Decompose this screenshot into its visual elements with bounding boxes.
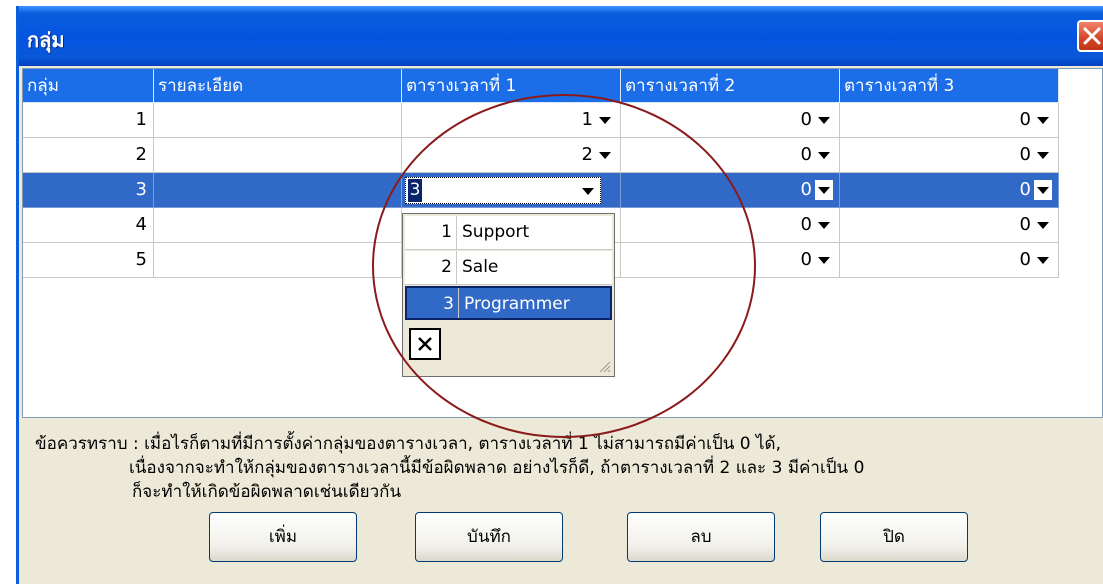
chevron-down-icon <box>1037 152 1049 159</box>
group-cell[interactable]: 1 <box>23 103 154 138</box>
option-number: 3 <box>407 288 459 318</box>
option-name: Support <box>462 222 530 242</box>
option-number: 2 <box>405 251 457 284</box>
chevron-down-icon <box>599 152 611 159</box>
close-button[interactable]: ปิด <box>820 512 968 562</box>
dropdown-option-selected[interactable]: 3 Programmer <box>405 286 612 320</box>
column-header-timetable-1[interactable]: ตารางเวลาที่ 1 <box>402 69 621 103</box>
timetable-2-cell[interactable]: 0 <box>621 173 840 208</box>
detail-cell[interactable] <box>154 173 402 208</box>
x-icon <box>418 337 432 351</box>
chevron-down-icon <box>1037 187 1049 194</box>
option-name: Programmer <box>464 294 570 314</box>
timetable-2-value: 0 <box>800 249 812 270</box>
resize-grip-icon[interactable] <box>597 359 611 373</box>
timetable-2-dropdown-button[interactable] <box>815 250 833 270</box>
timetable-1-combo-editor[interactable]: 3 <box>405 177 601 204</box>
timetable-3-value: 0 <box>1019 214 1031 235</box>
timetable-3-dropdown-button[interactable] <box>1034 180 1052 200</box>
timetable-2-dropdown-button[interactable] <box>815 145 833 165</box>
group-cell[interactable]: 4 <box>23 208 154 243</box>
timetable-3-value: 0 <box>1019 144 1031 165</box>
chevron-down-icon <box>1037 117 1049 124</box>
group-cell[interactable]: 2 <box>23 138 154 173</box>
timetable-3-value: 0 <box>1019 179 1031 200</box>
note-line-3: ก็จะทำให้เกิดข้อผิดพลาดเช่นเดียวกัน <box>132 482 402 502</box>
timetable-3-cell[interactable]: 0 <box>840 208 1059 243</box>
timetable-1-value: 2 <box>581 144 593 165</box>
chevron-down-icon <box>818 257 830 264</box>
group-cell[interactable]: 3 <box>23 173 154 208</box>
timetable-2-cell[interactable]: 0 <box>621 243 840 278</box>
timetable-2-dropdown-button[interactable] <box>815 180 833 200</box>
timetable-2-dropdown-button[interactable] <box>815 215 833 235</box>
chevron-down-icon <box>1037 222 1049 229</box>
note-line-1: ข้อควรทราบ : เมื่อไรก็ตามที่มีการตั้งค่า… <box>35 434 781 454</box>
timetable-2-value: 0 <box>800 214 812 235</box>
chevron-down-icon <box>582 188 594 195</box>
save-button[interactable]: บันทึก <box>415 512 563 562</box>
title-bar[interactable]: กลุ่ม <box>19 6 1103 66</box>
timetable-2-value: 0 <box>800 109 812 130</box>
timetable-3-value: 0 <box>1019 249 1031 270</box>
timetable-1-cell[interactable]: 1 <box>402 103 621 138</box>
chevron-down-icon <box>1037 257 1049 264</box>
timetable-2-value: 0 <box>800 144 812 165</box>
clear-selection-button[interactable] <box>409 328 441 360</box>
chevron-down-icon <box>818 117 830 124</box>
close-window-button[interactable] <box>1077 20 1103 52</box>
detail-cell[interactable] <box>154 103 402 138</box>
delete-button[interactable]: ลบ <box>627 512 775 562</box>
timetable-3-dropdown-button[interactable] <box>1034 110 1052 130</box>
dropdown-option[interactable]: 1 Support <box>405 216 612 250</box>
group-cell[interactable]: 5 <box>23 243 154 278</box>
detail-cell[interactable] <box>154 138 402 173</box>
chevron-down-icon <box>818 187 830 194</box>
detail-cell[interactable] <box>154 243 402 278</box>
timetable-3-dropdown-button[interactable] <box>1034 145 1052 165</box>
timetable-1-cell[interactable]: 3 <box>402 173 621 208</box>
timetable-1-cell[interactable]: 2 <box>402 138 621 173</box>
timetable-1-value: 1 <box>581 109 593 130</box>
timetable-1-dropdown-button[interactable] <box>596 145 614 165</box>
timetable-dropdown-list[interactable]: 1 Support 2 Sale 3 Programmer <box>402 213 615 377</box>
timetable-1-edit-value[interactable]: 3 <box>408 179 422 202</box>
timetable-1-dropdown-button[interactable] <box>579 181 597 201</box>
chevron-down-icon <box>818 152 830 159</box>
timetable-3-value: 0 <box>1019 109 1031 130</box>
timetable-3-dropdown-button[interactable] <box>1034 250 1052 270</box>
timetable-2-cell[interactable]: 0 <box>621 208 840 243</box>
column-header-timetable-2[interactable]: ตารางเวลาที่ 2 <box>621 69 840 103</box>
chevron-down-icon <box>818 222 830 229</box>
timetable-3-cell[interactable]: 0 <box>840 103 1059 138</box>
timetable-3-dropdown-button[interactable] <box>1034 215 1052 235</box>
timetable-3-cell[interactable]: 0 <box>840 243 1059 278</box>
column-header-detail[interactable]: รายละเอียด <box>154 69 402 103</box>
column-header-timetable-3[interactable]: ตารางเวลาที่ 3 <box>840 69 1059 103</box>
detail-cell[interactable] <box>154 208 402 243</box>
timetable-3-cell[interactable]: 0 <box>840 138 1059 173</box>
add-button[interactable]: เพิ่ม <box>209 512 357 562</box>
timetable-2-dropdown-button[interactable] <box>815 110 833 130</box>
note-line-2: เนื่องจากจะทำให้กลุ่มของตารางเวลานี้มีข้… <box>129 458 865 478</box>
option-name: Sale <box>462 257 499 277</box>
timetable-2-cell[interactable]: 0 <box>621 103 840 138</box>
close-icon <box>1083 27 1101 45</box>
window-title: กลุ่ม <box>27 28 65 52</box>
dropdown-option[interactable]: 2 Sale <box>405 251 612 285</box>
option-number: 1 <box>405 216 457 249</box>
chevron-down-icon <box>599 117 611 124</box>
timetable-3-cell[interactable]: 0 <box>840 173 1059 208</box>
timetable-1-dropdown-button[interactable] <box>596 110 614 130</box>
timetable-2-value: 0 <box>800 179 812 200</box>
column-header-group[interactable]: กลุ่ม <box>23 69 154 103</box>
timetable-2-cell[interactable]: 0 <box>621 138 840 173</box>
